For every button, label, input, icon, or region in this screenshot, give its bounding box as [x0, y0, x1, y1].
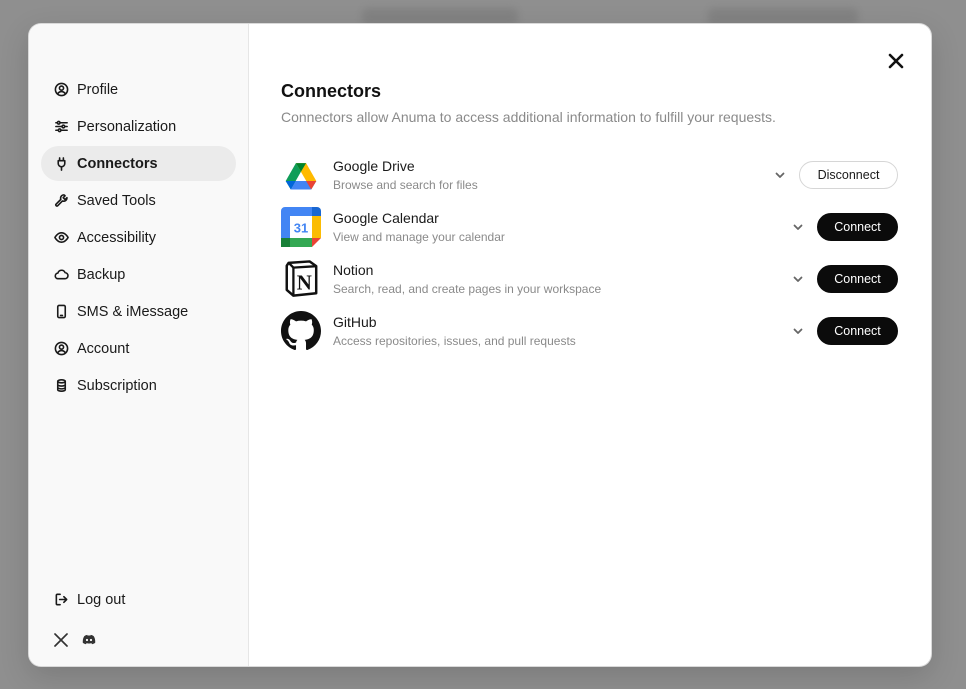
- sidebar-item-label: Backup: [77, 266, 126, 283]
- sidebar-item-label: Accessibility: [77, 229, 156, 246]
- page-title: Connectors: [281, 81, 382, 101]
- logout-icon: [53, 592, 69, 608]
- wrench-icon: [53, 193, 69, 209]
- sidebar-item-label: Subscription: [77, 377, 157, 394]
- calendar-day-text: 31: [294, 221, 308, 236]
- connector-name: Notion: [333, 262, 374, 278]
- connector-row-google-calendar: 31 Google Calendar View and manage your …: [281, 201, 898, 253]
- sidebar-item-label: Account: [77, 340, 130, 357]
- connector-description: Search, read, and create pages in your w…: [333, 282, 602, 296]
- connector-name: Google Calendar: [333, 210, 439, 226]
- logout-button[interactable]: Log out: [41, 582, 236, 617]
- settings-modal: Profile Personalization Connectors Saved…: [29, 24, 931, 666]
- logout-section: Log out: [41, 582, 236, 619]
- connector-row-notion: N Notion Search, read, and create pages …: [281, 253, 898, 305]
- social-links: [53, 632, 97, 653]
- connect-button[interactable]: Connect: [817, 265, 898, 293]
- sidebar-item-label: Saved Tools: [77, 192, 156, 209]
- connector-list: Google Drive Browse and search for files…: [281, 149, 898, 357]
- sidebar-item-connectors[interactable]: Connectors: [41, 146, 236, 181]
- connect-button[interactable]: Connect: [817, 317, 898, 345]
- google-calendar-icon: 31: [281, 207, 321, 247]
- discord-icon[interactable]: [81, 632, 97, 653]
- sidebar-item-saved-tools[interactable]: Saved Tools: [41, 183, 236, 218]
- sidebar-item-sms-imessage[interactable]: SMS & iMessage: [41, 294, 236, 329]
- chevron-down-icon[interactable]: [791, 324, 805, 338]
- sidebar-item-label: Connectors: [77, 155, 158, 172]
- sidebar-item-accessibility[interactable]: Accessibility: [41, 220, 236, 255]
- sidebar-item-backup[interactable]: Backup: [41, 257, 236, 292]
- page-subtitle: Connectors allow Anuma to access additio…: [281, 109, 776, 125]
- notion-icon: N: [281, 259, 321, 299]
- google-drive-icon: [281, 155, 321, 195]
- connector-row-google-drive: Google Drive Browse and search for files…: [281, 149, 898, 201]
- connector-name: Google Drive: [333, 158, 415, 174]
- sidebar-item-label: SMS & iMessage: [77, 303, 189, 320]
- disconnect-button[interactable]: Disconnect: [799, 161, 898, 189]
- cloud-icon: [53, 267, 69, 283]
- sidebar-item-label: Profile: [77, 81, 119, 98]
- notion-letter: N: [297, 270, 312, 294]
- sidebar-item-label: Personalization: [77, 118, 177, 135]
- settings-sidebar: Profile Personalization Connectors Saved…: [29, 24, 249, 666]
- connector-name: GitHub: [333, 314, 377, 330]
- connector-description: Access repositories, issues, and pull re…: [333, 334, 576, 348]
- connect-button[interactable]: Connect: [817, 213, 898, 241]
- close-button[interactable]: [887, 52, 905, 70]
- chevron-down-icon[interactable]: [791, 220, 805, 234]
- phone-icon: [53, 304, 69, 320]
- settings-nav: Profile Personalization Connectors Saved…: [41, 72, 236, 405]
- chevron-down-icon[interactable]: [773, 168, 787, 182]
- sidebar-item-profile[interactable]: Profile: [41, 72, 236, 107]
- connector-description: View and manage your calendar: [333, 230, 505, 244]
- connectors-panel: Connectors Connectors allow Anuma to acc…: [249, 24, 931, 666]
- sidebar-item-personalization[interactable]: Personalization: [41, 109, 236, 144]
- x-icon[interactable]: [53, 632, 69, 653]
- connector-description: Browse and search for files: [333, 178, 478, 192]
- account-icon: [53, 341, 69, 357]
- database-icon: [53, 378, 69, 394]
- sliders-icon: [53, 119, 69, 135]
- connector-row-github: GitHub Access repositories, issues, and …: [281, 305, 898, 357]
- close-icon: [888, 53, 904, 69]
- sidebar-item-subscription[interactable]: Subscription: [41, 368, 236, 403]
- github-icon: [281, 311, 321, 351]
- chevron-down-icon[interactable]: [791, 272, 805, 286]
- user-circle-icon: [53, 82, 69, 98]
- logout-label: Log out: [77, 591, 126, 608]
- eye-icon: [53, 230, 69, 246]
- plug-icon: [53, 156, 69, 172]
- sidebar-item-account[interactable]: Account: [41, 331, 236, 366]
